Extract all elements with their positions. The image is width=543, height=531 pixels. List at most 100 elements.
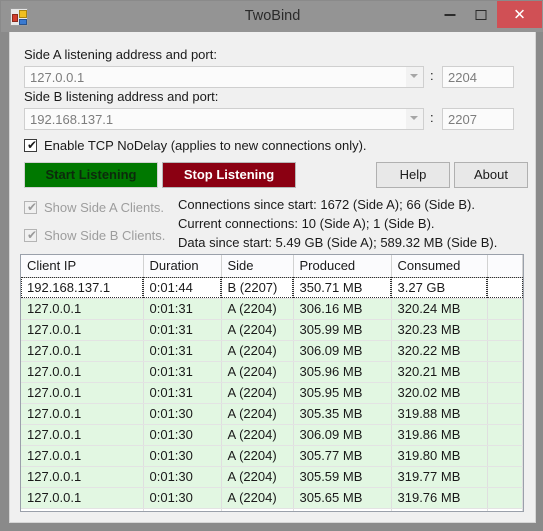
start-listening-button[interactable]: Start Listening — [24, 162, 158, 188]
cell-consumed: 320.24 MB — [391, 298, 488, 320]
cell-filler — [487, 445, 523, 467]
maximize-button[interactable] — [466, 1, 495, 28]
table-row[interactable]: 127.0.0.1 0:01:30 A (2204) 306.09 MB 319.86 … — [21, 424, 523, 446]
cell-produced: 350.71 MB — [293, 277, 392, 299]
minimize-button[interactable] — [435, 1, 464, 28]
close-icon: ✕ — [513, 6, 526, 23]
cell-client-ip: 127.0.0.1 — [21, 361, 144, 383]
title-bar: TwoBind ✕ — [1, 1, 543, 32]
cell-duration — [143, 508, 222, 511]
cell-client-ip: 127.0.0.1 — [21, 298, 144, 320]
side-b-dropdown-button[interactable] — [406, 109, 423, 129]
chevron-down-icon — [410, 116, 418, 120]
cell-duration: 0:01:30 — [143, 424, 222, 446]
side-a-address-value: 127.0.0.1 — [30, 70, 85, 85]
cell-duration: 0:01:31 — [143, 361, 222, 383]
cell-produced: 305.99 MB — [293, 319, 392, 341]
chevron-down-icon — [410, 74, 418, 78]
cell-consumed: 319.80 MB — [391, 445, 488, 467]
check-icon: ✔ — [27, 228, 38, 242]
table-row[interactable]: 127.0.0.1 0:01:30 A (2204) 305.77 MB 319.80 … — [21, 445, 523, 467]
column-header-consumed[interactable]: Consumed — [391, 255, 488, 278]
cell-produced — [293, 508, 392, 511]
cell-filler — [487, 403, 523, 425]
table-row[interactable]: 127.0.0.1 0:01:31 A (2204) 306.09 MB 320.22 … — [21, 340, 523, 362]
cell-duration: 0:01:31 — [143, 382, 222, 404]
application-window: TwoBind ✕ Side A listening address and p… — [0, 0, 543, 531]
cell-filler — [487, 382, 523, 404]
side-a-dropdown-button[interactable] — [406, 67, 423, 87]
side-b-colon: : — [430, 110, 434, 125]
table-row[interactable]: 127.0.0.1 0:01:30 A (2204) 305.59 MB 319.77 … — [21, 466, 523, 488]
help-button[interactable]: Help — [376, 162, 450, 188]
cell-side: A (2204) — [221, 298, 294, 320]
table-row-empty[interactable] — [21, 508, 523, 511]
table-row[interactable]: 127.0.0.1 0:01:31 A (2204) 305.95 MB 320.02 … — [21, 382, 523, 404]
cell-duration: 0:01:44 — [143, 277, 222, 299]
close-button[interactable]: ✕ — [497, 1, 542, 28]
table-header-row: Client IP Duration Side Produced Consume… — [21, 255, 523, 278]
cell-consumed: 320.21 MB — [391, 361, 488, 383]
cell-side: A (2204) — [221, 487, 294, 509]
cell-duration: 0:01:31 — [143, 319, 222, 341]
column-header-client-ip[interactable]: Client IP — [21, 255, 144, 278]
cell-side: A (2204) — [221, 340, 294, 362]
table-row[interactable]: 127.0.0.1 0:01:30 A (2204) 305.65 MB 319.76 … — [21, 487, 523, 509]
about-button[interactable]: About — [454, 162, 528, 188]
cell-side: A (2204) — [221, 466, 294, 488]
table-row[interactable]: 127.0.0.1 0:01:31 A (2204) 305.96 MB 320.21 … — [21, 361, 523, 383]
cell-consumed: 319.76 MB — [391, 487, 488, 509]
cell-produced: 305.96 MB — [293, 361, 392, 383]
cell-consumed — [391, 508, 488, 511]
enable-tcp-nodelay-label: Enable TCP NoDelay (applies to new conne… — [44, 138, 367, 153]
table-row[interactable]: 127.0.0.1 0:01:31 A (2204) 306.16 MB 320.24 … — [21, 298, 523, 320]
cell-duration: 0:01:30 — [143, 466, 222, 488]
cell-filler — [487, 361, 523, 383]
check-icon: ✔ — [27, 138, 38, 152]
column-header-filler[interactable] — [487, 255, 523, 278]
cell-client-ip — [21, 508, 144, 511]
cell-consumed: 319.86 MB — [391, 424, 488, 446]
side-a-port-value: 2204 — [448, 70, 477, 85]
cell-side: B (2207) — [221, 277, 294, 299]
cell-client-ip: 127.0.0.1 — [21, 340, 144, 362]
side-b-address-combobox[interactable]: 192.168.137.1 — [24, 108, 424, 130]
side-b-address-value: 192.168.137.1 — [30, 112, 114, 127]
maximize-icon — [475, 9, 486, 20]
cell-client-ip: 127.0.0.1 — [21, 487, 144, 509]
client-area: Side A listening address and port: 127.0… — [9, 32, 536, 523]
cell-duration: 0:01:30 — [143, 445, 222, 467]
table-row[interactable]: 192.168.137.1 0:01:44 B (2207) 350.71 MB 3.2… — [21, 277, 523, 299]
cell-client-ip: 192.168.137.1 — [21, 277, 144, 299]
cell-filler — [487, 319, 523, 341]
cell-side: A (2204) — [221, 424, 294, 446]
table-row[interactable]: 127.0.0.1 0:01:31 A (2204) 305.99 MB 320.23 … — [21, 319, 523, 341]
cell-duration: 0:01:31 — [143, 340, 222, 362]
cell-filler — [487, 508, 523, 511]
stop-listening-button[interactable]: Stop Listening — [162, 162, 296, 188]
cell-produced: 306.16 MB — [293, 298, 392, 320]
cell-duration: 0:01:30 — [143, 487, 222, 509]
minimize-icon — [444, 13, 455, 16]
table-row[interactable]: 127.0.0.1 0:01:30 A (2204) 305.35 MB 319.88 … — [21, 403, 523, 425]
cell-filler — [487, 466, 523, 488]
cell-produced: 305.59 MB — [293, 466, 392, 488]
show-side-b-clients-label: Show Side B Clients. — [44, 228, 166, 243]
cell-side: A (2204) — [221, 445, 294, 467]
cell-consumed: 3.27 GB — [391, 277, 488, 299]
connections-table[interactable]: Client IP Duration Side Produced Consume… — [20, 254, 524, 512]
side-b-label: Side B listening address and port: — [24, 89, 219, 104]
column-header-produced[interactable]: Produced — [293, 255, 392, 278]
cell-produced: 305.95 MB — [293, 382, 392, 404]
cell-filler — [487, 424, 523, 446]
side-a-address-combobox[interactable]: 127.0.0.1 — [24, 66, 424, 88]
stat-data-since-start: Data since start: 5.49 GB (Side A); 589.… — [178, 235, 498, 250]
cell-produced: 305.35 MB — [293, 403, 392, 425]
cell-produced: 306.09 MB — [293, 340, 392, 362]
column-header-duration[interactable]: Duration — [143, 255, 222, 278]
side-a-port-input[interactable]: 2204 — [442, 66, 514, 88]
cell-consumed: 319.88 MB — [391, 403, 488, 425]
column-header-side[interactable]: Side — [221, 255, 294, 278]
side-b-port-input[interactable]: 2207 — [442, 108, 514, 130]
cell-side: A (2204) — [221, 319, 294, 341]
